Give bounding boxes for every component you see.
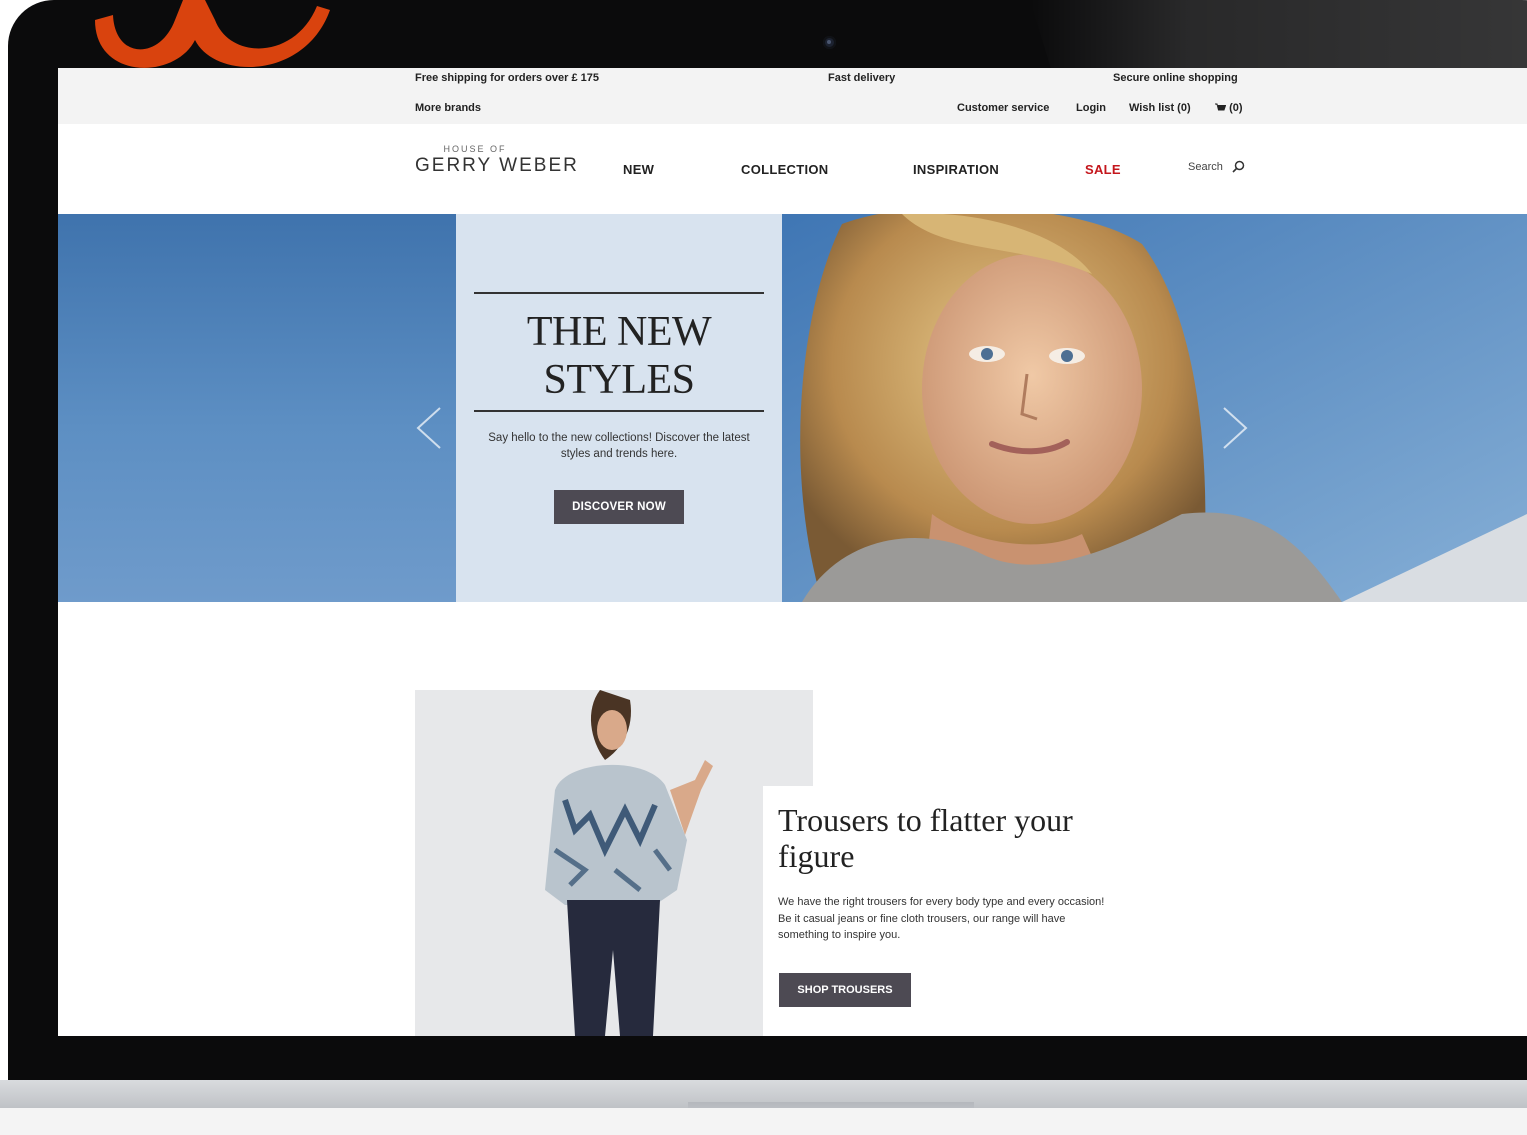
login-link[interactable]: Login <box>1076 102 1106 114</box>
page-background <box>0 1108 1527 1135</box>
secure-shopping-notice: Secure online shopping <box>1113 72 1238 84</box>
bezel-reflection <box>1030 0 1527 68</box>
webcam <box>823 36 836 49</box>
site-header: HOUSE OF GERRY WEBER NEW COLLECTION INSP… <box>58 124 1527 214</box>
brand-mark-logo <box>95 0 330 68</box>
hero-description: Say hello to the new collections! Discov… <box>488 432 750 460</box>
search-button[interactable]: Search <box>1188 160 1245 173</box>
nav-sale[interactable]: SALE <box>1085 162 1121 177</box>
promo-description: We have the right trousers for every bod… <box>778 896 1105 941</box>
nav-collection[interactable]: COLLECTION <box>741 162 829 177</box>
logo-title: GERRY WEBER <box>415 155 579 176</box>
hero-title-line2: STYLES <box>543 357 695 403</box>
cart-icon <box>1215 103 1226 111</box>
chevron-right-icon[interactable] <box>1220 404 1250 452</box>
search-label: Search <box>1188 161 1223 173</box>
hero-top-rule <box>474 292 764 294</box>
chevron-left-icon[interactable] <box>414 404 444 452</box>
hero-banner: THE NEW STYLES Say hello to the new coll… <box>58 214 1527 602</box>
more-brands-link[interactable]: More brands <box>415 102 481 114</box>
hero-title: THE NEW STYLES <box>456 308 782 404</box>
gerry-weber-logo[interactable]: HOUSE OF GERRY WEBER <box>415 144 579 177</box>
nav-new[interactable]: NEW <box>623 162 654 177</box>
promo-title: Trousers to flatter your figure <box>778 802 1073 874</box>
promo-model-photo <box>415 690 813 1036</box>
cart-count: (0) <box>1229 102 1243 114</box>
free-shipping-notice: Free shipping for orders over £ 175 <box>415 72 600 84</box>
nav-inspiration[interactable]: INSPIRATION <box>913 162 999 177</box>
hero-bottom-rule <box>474 410 764 412</box>
hero-model-photo <box>782 214 1527 602</box>
customer-service-link[interactable]: Customer service <box>957 102 1049 114</box>
fast-delivery-notice: Fast delivery <box>828 72 896 84</box>
discover-now-button[interactable]: DISCOVER NOW <box>554 490 684 524</box>
wish-list-link[interactable]: Wish list (0) <box>1129 102 1191 114</box>
cart-link[interactable]: (0) <box>1215 102 1243 114</box>
logo-subtitle: HOUSE OF <box>443 144 507 154</box>
shop-trousers-button[interactable]: SHOP TROUSERS <box>779 973 911 1007</box>
model-illustration <box>415 690 813 1036</box>
browser-screen: Free shipping for orders over £ 175 Fast… <box>58 68 1527 1036</box>
hero-title-line1: THE NEW <box>526 309 712 355</box>
search-icon <box>1232 160 1245 173</box>
hero-text-panel <box>456 214 782 602</box>
